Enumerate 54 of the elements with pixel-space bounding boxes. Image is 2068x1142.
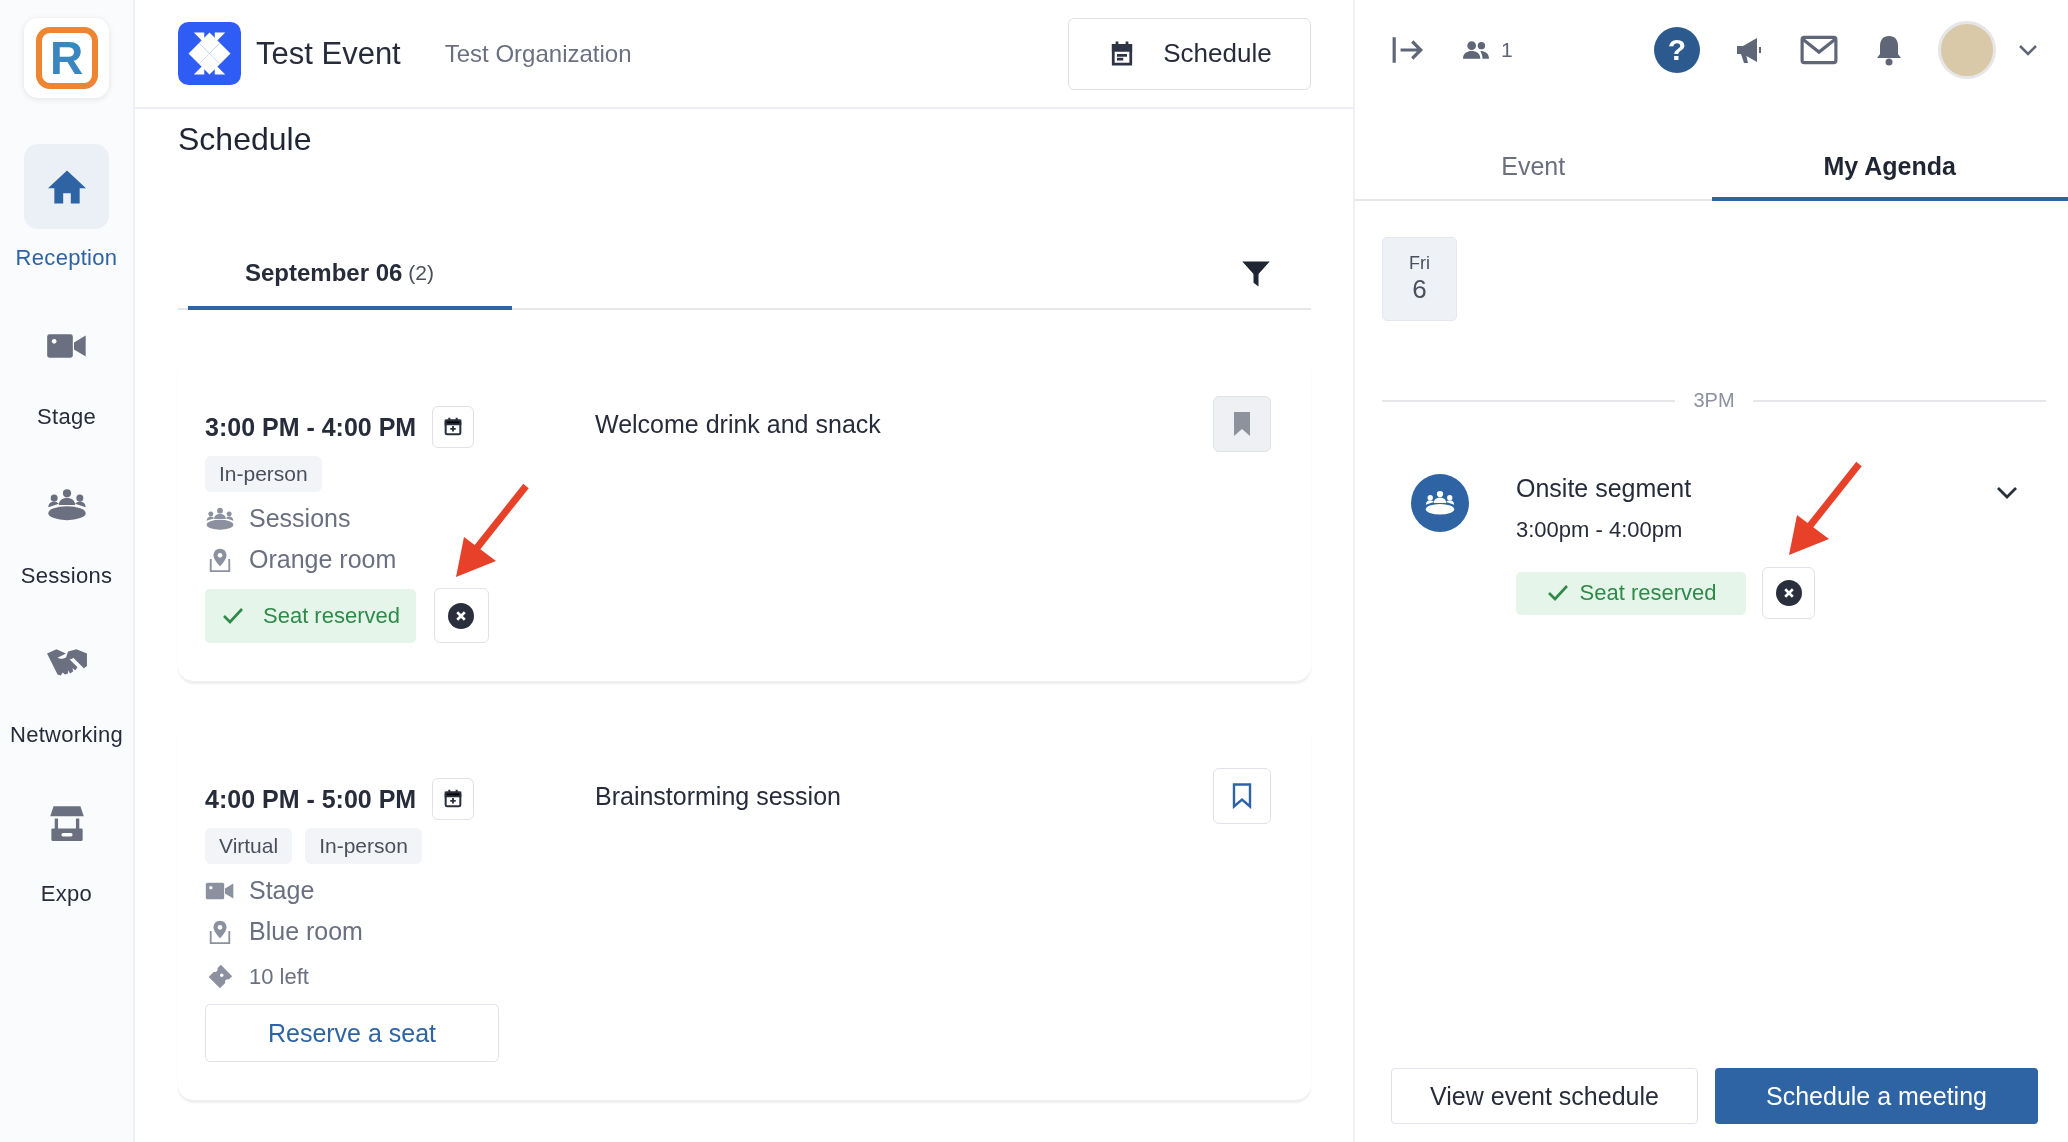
page-title: Schedule bbox=[178, 121, 313, 158]
app-logo[interactable]: R bbox=[24, 18, 109, 98]
panel-tab[interactable]: My Agenda bbox=[1711, 136, 2068, 201]
tag: In-person bbox=[305, 828, 422, 864]
session-title: Welcome drink and snack bbox=[595, 409, 882, 439]
view-schedule-button[interactable]: View event schedule bbox=[1391, 1068, 1698, 1124]
detail-text: Blue room bbox=[249, 917, 363, 946]
bookmark-icon bbox=[1232, 783, 1252, 809]
nav-item[interactable]: Networking bbox=[1, 621, 132, 748]
tag: In-person bbox=[205, 456, 322, 492]
nav-item[interactable]: Reception bbox=[1, 144, 132, 271]
seat-reserved-badge: Seat reserved bbox=[205, 588, 416, 643]
detail-text: Stage bbox=[249, 876, 315, 905]
help-button[interactable]: ? bbox=[1654, 27, 1700, 73]
nav-item[interactable]: Stage bbox=[1, 303, 132, 430]
reserve-seat-button[interactable]: Reserve a seat bbox=[205, 1004, 499, 1062]
nav-item[interactable]: Expo bbox=[1, 780, 132, 907]
detail-text: 10 left bbox=[249, 964, 309, 990]
close-circle-icon bbox=[1775, 580, 1802, 606]
bookmark-icon bbox=[1232, 411, 1252, 437]
event-logo-icon bbox=[178, 22, 241, 85]
seat-reserved-badge: Seat reserved bbox=[1516, 571, 1746, 615]
day-button[interactable]: Fri 6 bbox=[1382, 237, 1457, 321]
close-circle-icon bbox=[448, 602, 475, 629]
mail-icon[interactable] bbox=[1800, 34, 1838, 66]
schedule-meeting-button[interactable]: Schedule a meeting bbox=[1715, 1068, 2038, 1124]
bookmark-button[interactable] bbox=[1213, 768, 1271, 824]
add-to-calendar-button[interactable] bbox=[432, 406, 475, 448]
collapse-panel-icon[interactable] bbox=[1391, 34, 1425, 66]
panel-tab[interactable]: Event bbox=[1355, 136, 1712, 201]
date-tab[interactable]: September 06 (2) bbox=[188, 240, 512, 310]
chevron-down-icon[interactable] bbox=[1996, 486, 2018, 500]
detail-text: Orange room bbox=[249, 545, 397, 574]
group-at-table-icon bbox=[205, 505, 235, 532]
people-icon[interactable] bbox=[1463, 40, 1489, 60]
event-title: Test Event bbox=[256, 35, 401, 72]
filter-icon[interactable] bbox=[1241, 259, 1271, 289]
attendee-count: 1 bbox=[1501, 38, 1513, 62]
time-label: 3PM bbox=[1693, 389, 1735, 412]
cancel-reservation-button[interactable] bbox=[433, 588, 489, 643]
agenda-title: Onsite segment bbox=[1516, 474, 1693, 503]
add-to-calendar-button[interactable] bbox=[432, 778, 475, 820]
chevron-down-icon[interactable] bbox=[2018, 44, 2038, 56]
session-title: Brainstorming session bbox=[595, 781, 842, 811]
session-time: 4:00 PM - 5:00 PM bbox=[205, 784, 417, 814]
group-at-table-icon bbox=[1424, 490, 1456, 516]
agenda-time: 3:00pm - 4:00pm bbox=[1516, 517, 1684, 543]
nav-item[interactable]: Sessions bbox=[1, 462, 132, 589]
session-time: 3:00 PM - 4:00 PM bbox=[205, 412, 417, 442]
schedule-button[interactable]: Schedule bbox=[1068, 17, 1311, 90]
organization-name: Test Organization bbox=[444, 39, 632, 68]
cancel-reservation-button[interactable] bbox=[1762, 567, 1815, 619]
tag: Virtual bbox=[205, 828, 293, 864]
detail-text: Sessions bbox=[249, 504, 351, 533]
